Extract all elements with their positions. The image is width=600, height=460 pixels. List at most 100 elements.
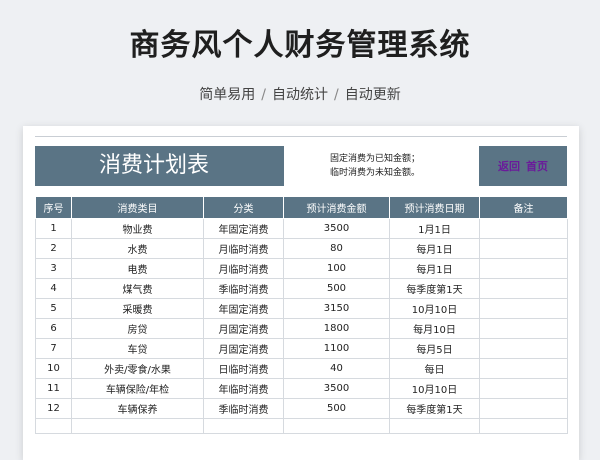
table-cell[interactable]: 月临时消费 — [203, 238, 284, 259]
table-row: 10 外卖/零食/水果 日临时消费 40 每日 — [35, 358, 568, 379]
table-cell[interactable]: 每月5日 — [389, 338, 480, 359]
table-cell[interactable] — [479, 338, 568, 359]
table-cell[interactable]: 煤气费 — [71, 278, 204, 299]
table-cell[interactable]: 季临时消费 — [203, 278, 284, 299]
subtitle-separator: / — [334, 87, 339, 103]
column-header: 预计消费金额 — [283, 196, 390, 219]
table-cell[interactable]: 10月10日 — [389, 378, 480, 399]
column-header: 序号 — [35, 196, 72, 219]
sheet-title-banner: 消费计划表 — [35, 146, 284, 186]
table-cell[interactable]: 车辆保养 — [71, 398, 204, 419]
table-row: 11 车辆保险/年检 年临时消费 3500 10月10日 — [35, 378, 568, 399]
table-cell[interactable]: 采暖费 — [71, 298, 204, 319]
table-cell[interactable] — [479, 218, 568, 239]
table-cell[interactable]: 车贷 — [71, 338, 204, 359]
table-cell[interactable] — [479, 378, 568, 399]
table-cell[interactable]: 3500 — [283, 218, 390, 239]
table-cell[interactable]: 月固定消费 — [203, 318, 284, 339]
table-row: 4 煤气费 季临时消费 500 每季度第1天 — [35, 278, 568, 299]
table-cell[interactable]: 4 — [35, 278, 72, 299]
table-row-partial — [35, 418, 568, 434]
home-link[interactable]: 首页 — [526, 158, 548, 174]
table-cell[interactable]: 6 — [35, 318, 72, 339]
subtitle-item-2: 自动统计 — [272, 87, 328, 103]
table-cell[interactable]: 7 — [35, 338, 72, 359]
table-cell[interactable]: 3150 — [283, 298, 390, 319]
table-cell[interactable]: 2 — [35, 238, 72, 259]
table-cell[interactable] — [283, 418, 390, 434]
table-cell[interactable] — [479, 278, 568, 299]
table-cell[interactable] — [35, 418, 72, 434]
table-cell[interactable] — [479, 418, 568, 434]
column-header: 预计消费日期 — [389, 196, 480, 219]
table-cell[interactable]: 500 — [283, 398, 390, 419]
table-cell[interactable] — [479, 358, 568, 379]
table-row: 5 采暖费 年固定消费 3150 10月10日 — [35, 298, 568, 319]
spreadsheet-panel: 消费计划表 固定消费为已知金额； 临时消费为未知金额。 返回 首页 序号 消费类… — [23, 126, 579, 460]
table-cell[interactable]: 1月1日 — [389, 218, 480, 239]
table-cell[interactable]: 3 — [35, 258, 72, 279]
table-cell[interactable]: 10 — [35, 358, 72, 379]
note-line-2: 临时消费为未知金额。 — [329, 168, 420, 178]
table-cell[interactable] — [479, 238, 568, 259]
table-cell[interactable]: 1800 — [283, 318, 390, 339]
nav-box: 返回 首页 — [479, 146, 567, 186]
table-cell[interactable]: 每月10日 — [389, 318, 480, 339]
table-cell[interactable]: 月临时消费 — [203, 258, 284, 279]
table-cell[interactable] — [479, 298, 568, 319]
table-row: 2 水费 月临时消费 80 每月1日 — [35, 238, 568, 259]
table-cell[interactable]: 每月1日 — [389, 258, 480, 279]
table-cell[interactable]: 12 — [35, 398, 72, 419]
table-cell[interactable]: 40 — [283, 358, 390, 379]
table-row: 12 车辆保养 季临时消费 500 每季度第1天 — [35, 398, 568, 419]
note-line-1: 固定消费为已知金额； — [329, 154, 420, 164]
column-header: 消费类目 — [71, 196, 204, 219]
table-cell[interactable]: 11 — [35, 378, 72, 399]
table-header-row: 序号 消费类目 分类 预计消费金额 预计消费日期 备注 — [35, 196, 568, 219]
table-cell[interactable] — [203, 418, 284, 434]
table-cell[interactable]: 月固定消费 — [203, 338, 284, 359]
table-cell[interactable]: 5 — [35, 298, 72, 319]
column-header: 备注 — [479, 196, 568, 219]
info-note: 固定消费为已知金额； 临时消费为未知金额。 — [315, 152, 435, 180]
table-cell[interactable]: 车辆保险/年检 — [71, 378, 204, 399]
table-cell[interactable]: 年临时消费 — [203, 378, 284, 399]
page-subtitle: 简单易用 / 自动统计 / 自动更新 — [0, 84, 600, 104]
table-row: 1 物业费 年固定消费 3500 1月1日 — [35, 218, 568, 239]
divider — [35, 136, 567, 137]
table-cell[interactable]: 100 — [283, 258, 390, 279]
table-row: 3 电费 月临时消费 100 每月1日 — [35, 258, 568, 279]
subtitle-separator: / — [261, 87, 266, 103]
table-cell[interactable]: 年固定消费 — [203, 298, 284, 319]
table-cell[interactable] — [479, 398, 568, 419]
table-cell[interactable] — [389, 418, 480, 434]
subtitle-item-1: 简单易用 — [199, 87, 256, 103]
expense-plan-table: 序号 消费类目 分类 预计消费金额 预计消费日期 备注 1 物业费 年固定消费 350… — [35, 196, 568, 434]
table-cell[interactable]: 外卖/零食/水果 — [71, 358, 204, 379]
subtitle-item-3: 自动更新 — [344, 87, 401, 103]
table-cell[interactable]: 10月10日 — [389, 298, 480, 319]
table-cell[interactable] — [479, 258, 568, 279]
table-cell[interactable]: 日临时消费 — [203, 358, 284, 379]
table-cell[interactable]: 物业费 — [71, 218, 204, 239]
table-cell[interactable]: 500 — [283, 278, 390, 299]
table-cell[interactable]: 每季度第1天 — [389, 398, 480, 419]
table-cell[interactable]: 每季度第1天 — [389, 278, 480, 299]
table-row: 6 房贷 月固定消费 1800 每月10日 — [35, 318, 568, 339]
table-cell[interactable]: 1 — [35, 218, 72, 239]
table-cell[interactable]: 房贷 — [71, 318, 204, 339]
table-cell[interactable] — [71, 418, 204, 434]
table-cell[interactable]: 1100 — [283, 338, 390, 359]
back-link[interactable]: 返回 — [498, 158, 520, 174]
table-cell[interactable]: 年固定消费 — [203, 218, 284, 239]
table-cell[interactable]: 每日 — [389, 358, 480, 379]
table-cell[interactable]: 80 — [283, 238, 390, 259]
table-cell[interactable]: 电费 — [71, 258, 204, 279]
column-header: 分类 — [203, 196, 284, 219]
table-cell[interactable]: 每月1日 — [389, 238, 480, 259]
table-cell[interactable]: 3500 — [283, 378, 390, 399]
table-cell[interactable]: 水费 — [71, 238, 204, 259]
table-cell[interactable]: 季临时消费 — [203, 398, 284, 419]
table-cell[interactable] — [479, 318, 568, 339]
page-title: 商务风个人财务管理系统 — [129, 28, 471, 63]
